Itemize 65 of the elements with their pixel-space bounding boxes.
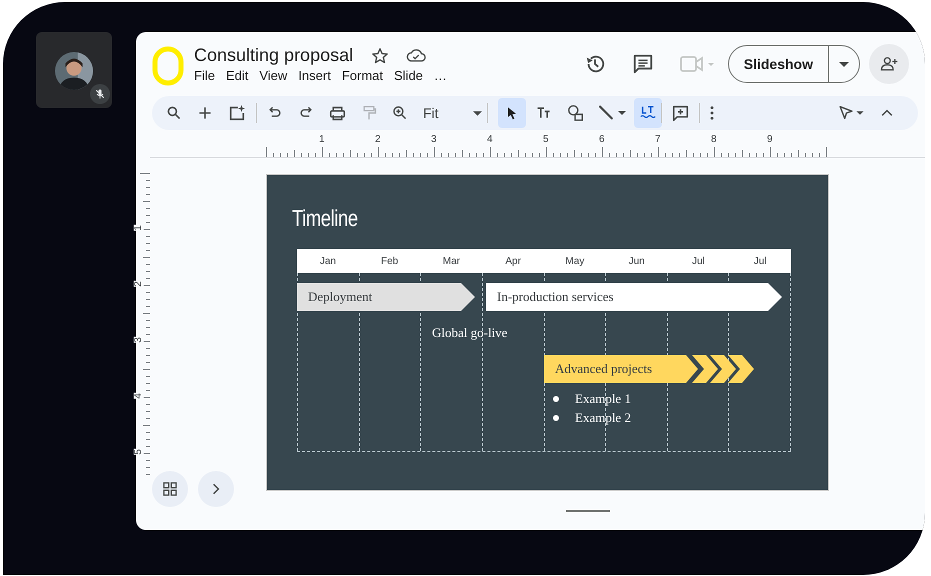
plus-icon[interactable] xyxy=(197,105,213,121)
month-label: Apr xyxy=(504,256,522,266)
bullet-text: Example 1 xyxy=(575,390,631,406)
ruler-number: 9 xyxy=(767,135,773,145)
menu-item[interactable]: File xyxy=(194,68,215,83)
menu-item[interactable]: Format xyxy=(342,68,383,83)
line-icon xyxy=(597,104,614,122)
document-title[interactable]: Consulting proposal xyxy=(194,45,354,66)
menu-item[interactable]: Edit xyxy=(226,68,248,83)
share-button[interactable] xyxy=(869,44,909,84)
ruler-number: 3 xyxy=(134,337,144,343)
zoom-in-icon[interactable] xyxy=(392,105,408,121)
slide-title: Timeline xyxy=(292,205,358,232)
month-label: Mar xyxy=(442,256,461,266)
shapes-icon xyxy=(566,104,585,122)
ruler-number: 5 xyxy=(543,135,549,145)
bullet-text: Example 2 xyxy=(575,410,631,426)
add-comment-icon[interactable] xyxy=(672,104,689,122)
print-icon[interactable] xyxy=(329,104,346,122)
bar-label: Deployment xyxy=(308,289,372,305)
menu-item[interactable]: … xyxy=(434,68,447,83)
menu-item[interactable]: Insert xyxy=(298,68,331,83)
month-label: Jun xyxy=(628,256,646,266)
slideshow-button[interactable]: Slideshow xyxy=(728,46,829,82)
search-icon[interactable] xyxy=(166,105,182,121)
ruler-number: 2 xyxy=(134,281,144,287)
comment-icon[interactable] xyxy=(632,53,654,75)
menu-item[interactable]: Slide xyxy=(394,68,423,83)
ruler-number: 2 xyxy=(375,135,381,145)
ruler-number: 4 xyxy=(134,393,144,399)
ruler-number: 1 xyxy=(134,225,144,231)
caret-icon xyxy=(618,111,626,115)
milestone-label: Global go-live xyxy=(432,325,508,341)
collapse-icon[interactable] xyxy=(881,109,893,117)
ruler-number: 4 xyxy=(487,135,493,145)
ruler-number: 5 xyxy=(134,449,144,455)
caret-icon xyxy=(839,62,849,66)
bullet-dot xyxy=(553,396,559,402)
bar-label: Advanced projects xyxy=(555,361,652,377)
slide[interactable]: Timeline Jan Feb Mar Apr May Jun Jul Jul Deployment In-production services Advanced projects Global go-live Example 1 Example 2 xyxy=(266,174,829,491)
menu-item[interactable]: View xyxy=(259,68,288,83)
caret-icon xyxy=(472,110,482,116)
month-label: Jul xyxy=(690,256,706,266)
bullet-dot xyxy=(553,414,559,420)
ruler-number: 8 xyxy=(711,135,717,145)
select-tool[interactable] xyxy=(498,98,526,128)
chevron-right-icon xyxy=(212,483,220,495)
new-slide-icon[interactable] xyxy=(228,104,246,122)
month-label: Jul xyxy=(752,256,768,266)
star-icon[interactable] xyxy=(371,46,390,64)
month-label: Jan xyxy=(318,256,337,266)
bar-label: In-production services xyxy=(497,289,614,305)
ruler-number: 6 xyxy=(599,135,605,145)
more-icon[interactable] xyxy=(710,106,714,120)
ruler-number: 1 xyxy=(319,135,325,145)
month-label: Feb xyxy=(380,256,400,266)
month-label: May xyxy=(564,256,586,266)
grid-icon xyxy=(163,482,177,496)
grid-view-button[interactable] xyxy=(152,471,188,507)
ruler-number: 3 xyxy=(431,135,437,145)
logo-icon xyxy=(152,46,184,86)
drag-handle[interactable] xyxy=(566,510,610,512)
ruler-number: 7 xyxy=(655,135,661,145)
spellcheck-toggle[interactable] xyxy=(634,98,662,128)
cloud-check-icon[interactable] xyxy=(406,48,426,63)
